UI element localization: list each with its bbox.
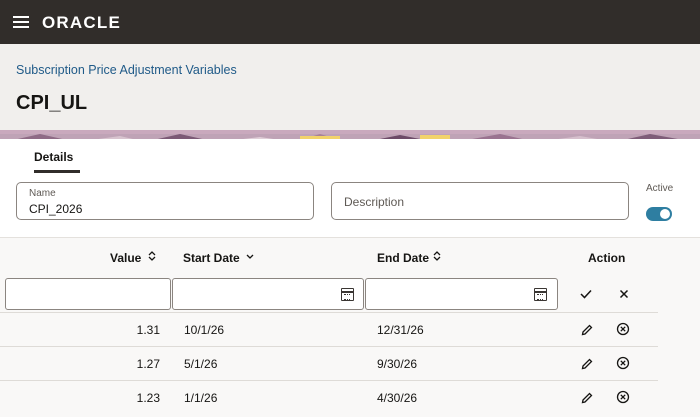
edit-pencil-icon[interactable] — [580, 357, 594, 371]
cell-start-date: 10/1/26 — [184, 323, 225, 337]
name-field[interactable]: Name CPI_2026 — [16, 182, 314, 220]
page-header: Subscription Price Adjustment Variables … — [0, 44, 700, 132]
calendar-icon[interactable] — [341, 288, 354, 301]
column-header-action: Action — [588, 251, 626, 265]
edit-pencil-icon[interactable] — [580, 391, 594, 405]
cell-start-date: 5/1/26 — [184, 357, 218, 371]
edit-pencil-icon[interactable] — [580, 323, 594, 337]
table-row: 1.27 5/1/26 9/30/26 — [0, 346, 658, 380]
column-header-start-date[interactable]: Start Date — [183, 251, 240, 265]
calendar-icon[interactable] — [534, 288, 547, 301]
new-row-inputs — [0, 276, 660, 312]
breadcrumb-link[interactable]: Subscription Price Adjustment Variables — [16, 63, 237, 77]
column-header-end-date[interactable]: End Date — [377, 251, 429, 265]
cell-value: 1.23 — [136, 391, 160, 405]
table-row: 1.31 10/1/26 12/31/26 — [0, 312, 658, 346]
cell-value: 1.27 — [136, 357, 160, 371]
sort-toggle-icon[interactable] — [147, 250, 157, 265]
sort-toggle-icon[interactable] — [432, 250, 442, 265]
column-header-value[interactable]: Value — [110, 251, 141, 265]
cell-start-date: 1/1/26 — [184, 391, 218, 405]
end-date-input[interactable] — [365, 278, 558, 310]
hamburger-menu-icon[interactable] — [13, 16, 29, 28]
checkmark-icon[interactable] — [578, 287, 594, 303]
close-icon[interactable] — [616, 287, 632, 303]
name-value[interactable]: CPI_2026 — [29, 202, 82, 216]
description-field[interactable]: Description — [331, 182, 629, 220]
tab-details[interactable]: Details — [34, 139, 73, 173]
active-toggle[interactable] — [646, 207, 672, 221]
remove-circle-icon[interactable] — [616, 356, 630, 370]
variables-table: Value Start Date End Date Action 1.31 10… — [0, 237, 700, 417]
tab-bar: Details — [0, 139, 700, 173]
decorative-banner — [0, 130, 700, 139]
table-row: 1.23 1/1/26 4/30/26 — [0, 380, 658, 414]
name-label: Name — [29, 188, 56, 199]
details-form: Name CPI_2026 Description Active — [0, 173, 700, 237]
sort-descending-icon[interactable] — [245, 250, 255, 265]
value-input[interactable] — [5, 278, 171, 310]
cell-end-date: 4/30/26 — [377, 391, 418, 405]
page-title: CPI_UL — [16, 92, 88, 114]
cell-end-date: 9/30/26 — [377, 357, 418, 371]
cell-end-date: 12/31/26 — [377, 323, 424, 337]
start-date-input[interactable] — [172, 278, 364, 310]
cell-value: 1.31 — [136, 323, 160, 337]
description-placeholder: Description — [344, 195, 405, 209]
oracle-logo: ORACLE — [42, 13, 121, 32]
remove-circle-icon[interactable] — [616, 390, 630, 404]
remove-circle-icon[interactable] — [616, 322, 630, 336]
active-label: Active — [646, 183, 674, 194]
toggle-knob — [660, 209, 670, 219]
top-bar: ORACLE — [0, 0, 700, 44]
